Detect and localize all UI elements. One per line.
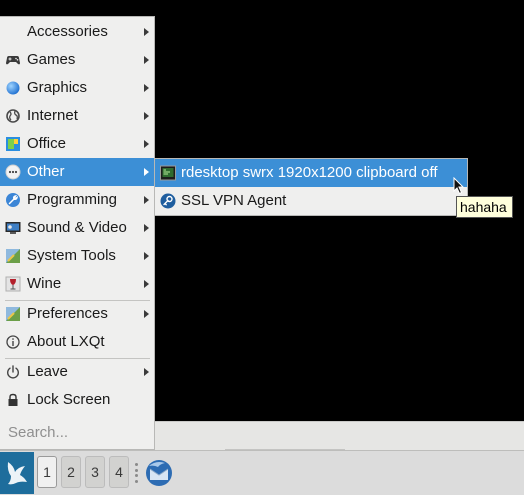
menu-item-office[interactable]: Office — [0, 130, 154, 158]
desktop-switch-button-1[interactable]: 1 — [37, 456, 57, 488]
gamepad-icon — [5, 52, 21, 68]
tooltip: hahaha — [456, 196, 513, 218]
desktop-switch-button-2[interactable]: 2 — [61, 456, 81, 488]
menu-item-label: System Tools — [27, 247, 116, 264]
taskbar-panel: 1 2 3 4 — [0, 450, 524, 495]
ellipsis-icon — [5, 164, 21, 180]
submenu-arrow-icon — [144, 252, 149, 260]
wrench-icon — [5, 192, 21, 208]
info-icon — [5, 334, 21, 350]
office-icon — [5, 136, 21, 152]
menu-item-lock-screen[interactable]: Lock Screen — [0, 386, 154, 414]
submenu-arrow-icon — [144, 310, 149, 318]
menu-item-programming[interactable]: Programming — [0, 186, 154, 214]
terminal-screen-icon — [160, 165, 176, 181]
submenu-item-ssl-vpn-agent[interactable]: SSL VPN Agent — [155, 187, 467, 215]
submenu-arrow-icon — [144, 112, 149, 120]
submenu-item-label: SSL VPN Agent — [181, 192, 287, 209]
submenu-arrow-icon — [144, 368, 149, 376]
lxqt-bird-icon — [7, 462, 28, 485]
menu-item-label: Sound & Video — [27, 219, 127, 236]
menu-item-preferences[interactable]: Preferences — [0, 300, 154, 328]
desktop-switch-button-4[interactable]: 4 — [109, 456, 129, 488]
graphics-icon — [5, 80, 21, 96]
submenu-arrow-icon — [144, 28, 149, 36]
thunderbird-icon — [146, 460, 172, 486]
menu-item-label: Accessories — [27, 23, 108, 40]
start-menu-button[interactable] — [0, 452, 34, 494]
menu-item-label: Preferences — [27, 305, 108, 322]
menu-item-label: Graphics — [27, 79, 88, 96]
wine-glass-icon — [5, 276, 21, 292]
main-menu: Accessories Games Graphics Internet Offi… — [0, 16, 155, 450]
menu-item-label: Lock Screen — [27, 391, 111, 408]
menu-item-internet[interactable]: Internet — [0, 102, 154, 130]
menu-item-label: Office — [27, 135, 66, 152]
desktop-strip — [155, 421, 524, 451]
submenu-arrow-icon — [144, 280, 149, 288]
menu-item-label: Wine — [27, 275, 62, 292]
globe-icon — [5, 108, 21, 124]
submenu-item-rdesktop[interactable]: rdesktop swrx 1920x1200 clipboard off — [155, 159, 467, 187]
menu-item-about-lxqt[interactable]: About LXQt — [0, 328, 154, 356]
menu-item-wine[interactable]: Wine — [0, 270, 154, 298]
submenu-arrow-icon — [144, 168, 149, 176]
menu-item-label: Games — [27, 51, 76, 68]
submenu-item-label: rdesktop swrx 1920x1200 clipboard off — [181, 164, 438, 181]
menu-item-accessories[interactable]: Accessories — [0, 18, 154, 46]
search-input[interactable] — [0, 415, 154, 449]
menu-item-label: About LXQt — [27, 333, 105, 350]
power-icon — [5, 364, 21, 380]
menu-item-sound-video[interactable]: Sound & Video — [0, 214, 154, 242]
panel-grip-handle[interactable] — [135, 463, 138, 483]
menu-item-games[interactable]: Games — [0, 46, 154, 74]
lock-icon — [5, 392, 21, 408]
menu-item-leave[interactable]: Leave — [0, 358, 154, 386]
system-tools-icon — [5, 248, 21, 264]
taskbar-app-thunderbird[interactable] — [142, 454, 176, 492]
submenu-arrow-icon — [144, 56, 149, 64]
menu-item-graphics[interactable]: Graphics — [0, 74, 154, 102]
submenu-other: rdesktop swrx 1920x1200 clipboard off SS… — [154, 158, 468, 216]
menu-item-label: Internet — [27, 107, 78, 124]
preferences-icon — [5, 306, 21, 322]
menu-item-label: Other — [27, 163, 65, 180]
mouse-cursor-icon — [453, 177, 465, 195]
menu-item-system-tools[interactable]: System Tools — [0, 242, 154, 270]
menu-item-label: Programming — [27, 191, 118, 208]
vpn-key-icon — [160, 193, 176, 209]
submenu-arrow-icon — [144, 224, 149, 232]
menu-item-label: Leave — [27, 363, 68, 380]
monitor-icon — [5, 220, 21, 236]
submenu-arrow-icon — [144, 196, 149, 204]
menu-item-other[interactable]: Other — [0, 158, 154, 186]
submenu-arrow-icon — [144, 84, 149, 92]
submenu-arrow-icon — [144, 140, 149, 148]
menu-search-box — [0, 415, 154, 449]
desktop-switch-button-3[interactable]: 3 — [85, 456, 105, 488]
